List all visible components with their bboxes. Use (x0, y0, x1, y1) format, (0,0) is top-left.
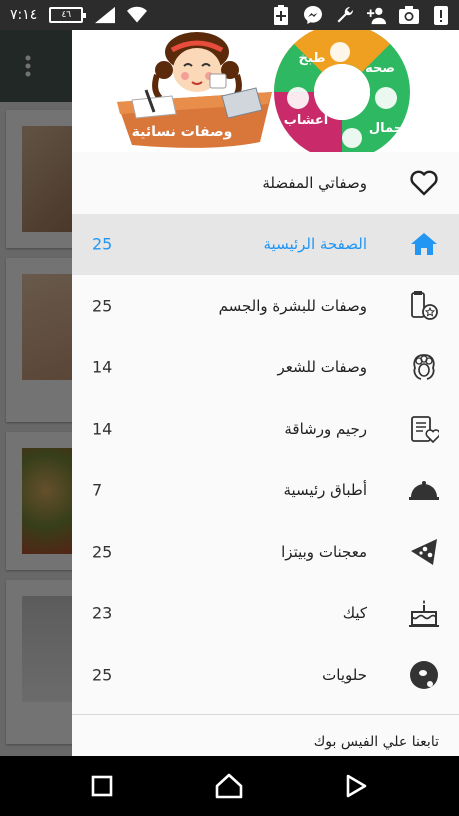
menu-item-skincare[interactable]: وصفات للبشرة والجسم 25 (72, 275, 459, 337)
home-button[interactable] (213, 770, 245, 802)
wrench-icon (335, 5, 355, 25)
wifi-icon (127, 5, 148, 25)
svg-text:جمال: جمال (369, 121, 403, 136)
recents-button[interactable] (86, 770, 118, 802)
drawer-menu: وصفاتي المفضلة الصفحة الرئيسية 25 وصفات … (72, 152, 459, 706)
svg-text:وصفات نسائية: وصفات نسائية (132, 124, 233, 140)
add-notification-icon (271, 5, 291, 25)
svg-text:اعشاب: اعشاب (284, 113, 329, 128)
cake-icon (409, 598, 439, 628)
hair-icon (409, 352, 439, 382)
diet-icon (409, 414, 439, 444)
svg-text:طبخ: طبخ (299, 51, 326, 66)
back-button[interactable] (340, 770, 372, 802)
girl-logo: وصفات نسائية (117, 32, 272, 148)
svg-text:صحه: صحه (365, 61, 395, 76)
header-banner: وصفات نسائية طبخ صحه جمال اعشاب (117, 30, 410, 152)
signal-icon (95, 5, 116, 25)
menu-item-hair[interactable]: وصفات للشعر 14 (72, 337, 459, 399)
donut-icon (409, 660, 439, 690)
navigation-bar (0, 756, 459, 816)
drawer-header: وصفات نسائية طبخ صحه جمال اعشاب (72, 30, 459, 152)
facebook-follow-link[interactable]: تابعنا علي الفيس بوك (314, 734, 439, 750)
home-icon (409, 229, 439, 259)
pizza-icon (409, 537, 439, 567)
clock: ٧:١٤ (10, 7, 38, 23)
menu-item-main-dishes[interactable]: أطباق رئيسية 7 (72, 460, 459, 522)
category-wheel: طبخ صحه جمال اعشاب (274, 30, 410, 152)
menu-item-cake[interactable]: كيك 23 (72, 583, 459, 645)
navigation-drawer: وصفات نسائية طبخ صحه جمال اعشاب وصفاتي ا… (72, 30, 459, 756)
menu-item-sweets[interactable]: حلويات 25 (72, 644, 459, 706)
status-bar: ٧:١٤ ٤٦ (0, 0, 459, 30)
menu-divider (72, 714, 459, 715)
alert-icon (431, 5, 451, 25)
dish-cover-icon (409, 475, 439, 505)
skincare-icon (409, 290, 439, 321)
add-user-icon (367, 5, 387, 25)
camera-icon (399, 5, 419, 25)
menu-item-pastry-pizza[interactable]: معجنات وبيتزا 25 (72, 521, 459, 583)
menu-item-home[interactable]: الصفحة الرئيسية 25 (72, 213, 459, 275)
heart-icon (409, 168, 439, 198)
battery-icon: ٤٦ (49, 7, 87, 23)
menu-item-favorites[interactable]: وصفاتي المفضلة (72, 152, 459, 214)
menu-item-diet[interactable]: رجيم ورشاقة 14 (72, 398, 459, 460)
messenger-icon (303, 5, 323, 25)
